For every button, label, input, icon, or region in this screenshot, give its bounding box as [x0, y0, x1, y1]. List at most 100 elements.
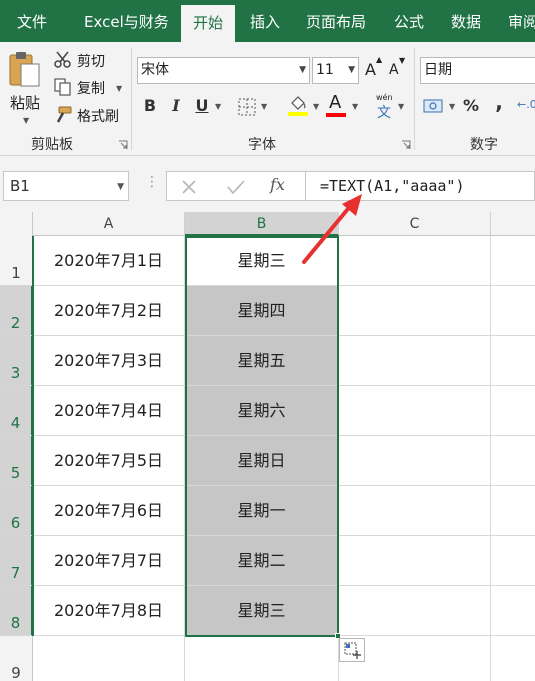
- enter-check-icon[interactable]: [227, 179, 245, 195]
- row-header[interactable]: 8: [0, 586, 33, 636]
- font-size-dropdown[interactable]: 11 ▼: [312, 57, 359, 84]
- column-header-d[interactable]: [491, 212, 535, 236]
- fill-color-dropdown-icon[interactable]: ▼: [313, 102, 319, 111]
- chevron-down-icon: ▼: [299, 65, 306, 75]
- cell-b2[interactable]: 星期四: [185, 286, 339, 336]
- cell-c4[interactable]: [339, 386, 491, 436]
- name-box[interactable]: B1 ▼: [3, 171, 129, 201]
- chevron-down-icon: ▼: [117, 182, 124, 192]
- paste-dropdown-icon[interactable]: ▼: [23, 116, 29, 125]
- cell-b6[interactable]: 星期一: [185, 486, 339, 536]
- scissors-icon: [54, 51, 71, 68]
- tab-insert[interactable]: 插入: [250, 0, 280, 42]
- cell-d6[interactable]: [491, 486, 535, 536]
- tab-review[interactable]: 审阅: [508, 0, 535, 42]
- cell-a6[interactable]: 2020年7月6日: [33, 486, 185, 536]
- ribbon: 粘贴 ▼ 剪切 复制 ▼ 格式刷 剪贴板 宋体 ▼ 11 ▼ A ▲ A ▼ B…: [0, 42, 535, 156]
- tab-excel-finance[interactable]: Excel与财务: [84, 0, 169, 42]
- cell-d2[interactable]: [491, 286, 535, 336]
- italic-button[interactable]: I: [165, 94, 187, 118]
- fill-color-icon[interactable]: [288, 95, 308, 117]
- cell-a5[interactable]: 2020年7月5日: [33, 436, 185, 486]
- cell-b3[interactable]: 星期五: [185, 336, 339, 386]
- insert-function-icon[interactable]: fx: [270, 175, 285, 194]
- row-header-selection-edge: [32, 236, 34, 636]
- cell-a8[interactable]: 2020年7月8日: [33, 586, 185, 636]
- cell-d4[interactable]: [491, 386, 535, 436]
- bold-button[interactable]: B: [139, 94, 161, 118]
- tab-home[interactable]: 开始: [181, 5, 236, 42]
- number-format-value: 日期: [424, 62, 452, 78]
- underline-dropdown-icon[interactable]: ▼: [215, 102, 221, 111]
- accounting-dropdown-icon[interactable]: ▼: [449, 102, 455, 111]
- cell-b4[interactable]: 星期六: [185, 386, 339, 436]
- increase-arrow-icon: ▲: [376, 55, 383, 64]
- borders-icon[interactable]: [238, 98, 256, 116]
- copy-label: 复制: [77, 81, 105, 97]
- row-header[interactable]: 4: [0, 386, 33, 436]
- cell-d8[interactable]: [491, 586, 535, 636]
- format-painter-label: 格式刷: [77, 109, 119, 125]
- cell-a2[interactable]: 2020年7月2日: [33, 286, 185, 336]
- cell-c7[interactable]: [339, 536, 491, 586]
- copy-dropdown-icon[interactable]: ▼: [116, 84, 122, 93]
- percent-button[interactable]: %: [460, 94, 482, 118]
- formula-buttons: fx: [166, 171, 306, 201]
- tab-data[interactable]: 数据: [451, 0, 481, 42]
- cell-a9[interactable]: [33, 636, 185, 681]
- cell-d5[interactable]: [491, 436, 535, 486]
- ribbon-tab-bar: 文件 Excel与财务 开始 插入 页面布局 公式 数据 审阅: [0, 0, 535, 42]
- increase-decimal-icon[interactable]: ←.0: [517, 98, 535, 111]
- cancel-icon[interactable]: [181, 179, 197, 195]
- cell-d3[interactable]: [491, 336, 535, 386]
- cell-a3[interactable]: 2020年7月3日: [33, 336, 185, 386]
- cell-a7[interactable]: 2020年7月7日: [33, 536, 185, 586]
- comma-style-button[interactable]: ,: [488, 90, 510, 114]
- cell-d9[interactable]: [491, 636, 535, 681]
- quick-analysis-button[interactable]: [339, 638, 365, 662]
- font-dialog-launcher-icon[interactable]: [401, 140, 411, 150]
- column-header-a[interactable]: A: [33, 212, 185, 236]
- clipboard-dialog-launcher-icon[interactable]: [118, 140, 128, 150]
- name-box-value: B1: [10, 177, 30, 195]
- row-header[interactable]: 3: [0, 336, 33, 386]
- quick-analysis-icon: [344, 642, 361, 659]
- cell-c3[interactable]: [339, 336, 491, 386]
- phonetic-dropdown-icon[interactable]: ▼: [398, 102, 404, 111]
- row-header[interactable]: 6: [0, 486, 33, 536]
- borders-dropdown-icon[interactable]: ▼: [261, 102, 267, 111]
- group-separator: [414, 48, 415, 150]
- formula-bar-grip-icon[interactable]: ⋮: [145, 174, 159, 190]
- cell-c5[interactable]: [339, 436, 491, 486]
- cell-c2[interactable]: [339, 286, 491, 336]
- number-format-dropdown[interactable]: 日期: [420, 57, 535, 84]
- cell-d1[interactable]: [491, 236, 535, 286]
- cell-b5[interactable]: 星期日: [185, 436, 339, 486]
- number-group-label: 数字: [470, 137, 498, 153]
- row-header[interactable]: 7: [0, 536, 33, 586]
- cell-c6[interactable]: [339, 486, 491, 536]
- increase-font-icon: A: [365, 60, 376, 79]
- font-color-dropdown-icon[interactable]: ▼: [352, 102, 358, 111]
- cell-a4[interactable]: 2020年7月4日: [33, 386, 185, 436]
- cell-a1[interactable]: 2020年7月1日: [33, 236, 185, 286]
- tab-file[interactable]: 文件: [17, 0, 47, 42]
- cell-b9[interactable]: [185, 636, 339, 681]
- decrease-font-icon: A: [389, 62, 399, 78]
- select-all-button[interactable]: [0, 212, 33, 236]
- tab-formulas[interactable]: 公式: [394, 0, 424, 42]
- row-header[interactable]: 2: [0, 286, 33, 336]
- cell-b8[interactable]: 星期三: [185, 586, 339, 636]
- row-header[interactable]: 9: [0, 636, 33, 681]
- font-name-dropdown[interactable]: 宋体 ▼: [137, 57, 310, 84]
- tab-page-layout[interactable]: 页面布局: [306, 0, 366, 42]
- cell-c8[interactable]: [339, 586, 491, 636]
- paste-icon: [9, 52, 40, 87]
- row-header[interactable]: 5: [0, 436, 33, 486]
- underline-button[interactable]: U: [191, 94, 213, 118]
- cell-b7[interactable]: 星期二: [185, 536, 339, 586]
- cell-d7[interactable]: [491, 536, 535, 586]
- row-header[interactable]: 1: [0, 236, 33, 286]
- accounting-format-icon[interactable]: [423, 97, 445, 115]
- clipboard-group-label: 剪贴板: [31, 137, 73, 153]
